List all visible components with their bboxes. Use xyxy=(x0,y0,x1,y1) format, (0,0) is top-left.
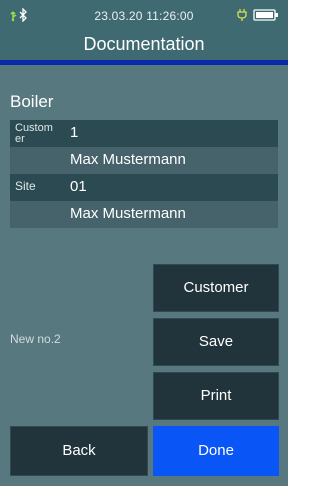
customer-number: 1 xyxy=(70,124,79,141)
customer-name: Max Mustermann xyxy=(70,151,186,168)
site-name-row[interactable]: Max Mustermann xyxy=(10,201,278,228)
print-button-label: Print xyxy=(200,387,232,404)
plug-icon xyxy=(237,9,247,21)
back-button[interactable]: Back xyxy=(10,426,148,476)
customer-button-label: Customer xyxy=(183,279,249,296)
done-button-label: Done xyxy=(198,442,234,459)
save-button-label: Save xyxy=(198,333,234,350)
customer-name-row[interactable]: Max Mustermann xyxy=(10,147,278,174)
back-button-label: Back xyxy=(62,442,96,459)
site-number-row[interactable]: Site 01 xyxy=(10,174,278,201)
customer-number-row[interactable]: Custom er 1 xyxy=(10,120,278,147)
page-title: Documentation xyxy=(83,34,205,54)
section-title: Boiler xyxy=(10,92,54,111)
new-number-label: New no.2 xyxy=(10,332,61,346)
device-screen: 23.03.20 11:26:00 Documentation Boiler C… xyxy=(0,0,288,486)
site-label: Site xyxy=(15,179,36,193)
save-button[interactable]: Save xyxy=(153,318,279,366)
customer-button[interactable]: Customer xyxy=(153,264,279,312)
site-name: Max Mustermann xyxy=(70,205,186,222)
done-button[interactable]: Done xyxy=(153,426,279,476)
customer-label: Custom er xyxy=(15,122,53,145)
header-divider xyxy=(0,60,288,65)
site-number: 01 xyxy=(70,178,87,195)
print-button[interactable]: Print xyxy=(153,372,279,420)
power-status xyxy=(232,8,280,22)
battery-icon xyxy=(253,9,278,21)
status-bar: 23.03.20 11:26:00 xyxy=(0,0,288,30)
title-bar: Documentation xyxy=(0,30,288,60)
